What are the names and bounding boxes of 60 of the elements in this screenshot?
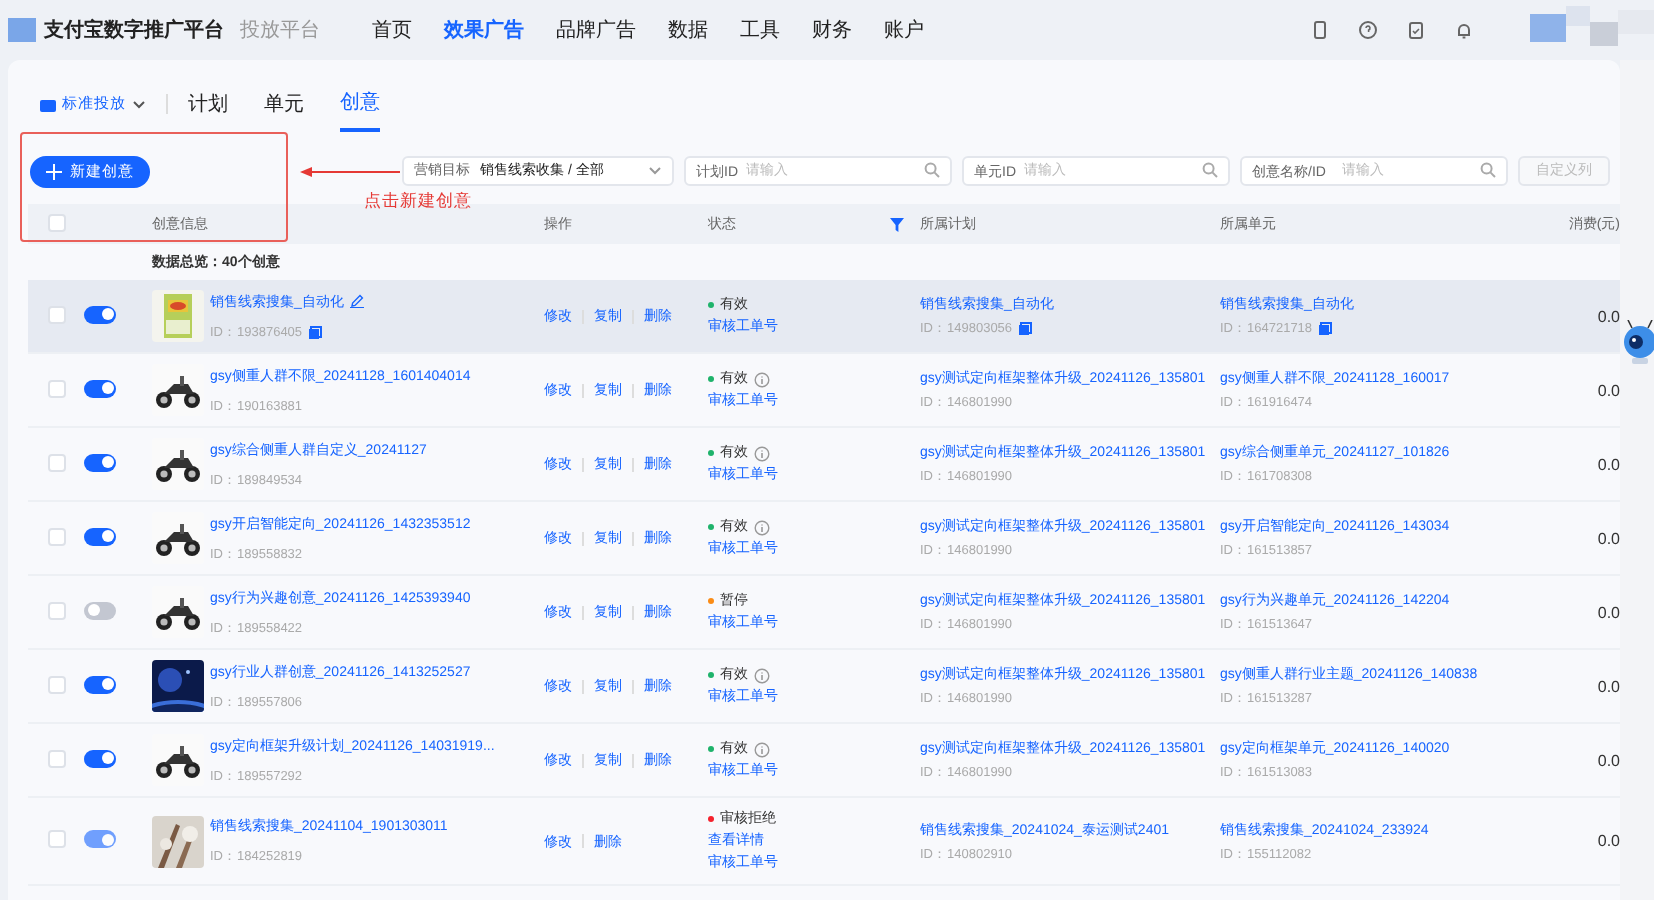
tab[interactable]: 创意 bbox=[340, 76, 380, 132]
help-icon[interactable] bbox=[1358, 20, 1378, 40]
info-icon[interactable] bbox=[754, 741, 770, 757]
checkbox[interactable] bbox=[48, 453, 66, 471]
cost-value: 0.0 bbox=[1597, 307, 1620, 325]
plus-icon bbox=[46, 164, 62, 180]
caret-icon bbox=[132, 99, 146, 109]
toggle-switch[interactable] bbox=[84, 601, 116, 619]
toggle-switch[interactable] bbox=[84, 527, 116, 545]
info-icon[interactable] bbox=[754, 519, 770, 535]
info-icon[interactable] bbox=[754, 445, 770, 461]
checkbox[interactable] bbox=[48, 213, 66, 231]
annotation-arrow bbox=[300, 166, 400, 178]
toggle-switch[interactable] bbox=[84, 453, 116, 471]
nav-link[interactable]: 效果广告 bbox=[444, 16, 524, 44]
briefcase-icon bbox=[40, 97, 56, 111]
phone-icon[interactable] bbox=[1310, 20, 1330, 40]
checkbox[interactable] bbox=[48, 305, 66, 323]
cost-value: 0.0 bbox=[1597, 529, 1620, 547]
checkbox[interactable] bbox=[48, 601, 66, 619]
nav-link[interactable]: 财务 bbox=[812, 16, 852, 44]
cost-value: 0.0 bbox=[1597, 832, 1620, 850]
info-icon[interactable] bbox=[754, 371, 770, 387]
nav-link[interactable]: 数据 bbox=[668, 16, 708, 44]
pencil-icon[interactable] bbox=[349, 294, 364, 308]
cost-value: 0.0 bbox=[1597, 603, 1620, 621]
nav-link[interactable]: 账户 bbox=[884, 16, 924, 44]
checkbox[interactable] bbox=[48, 749, 66, 767]
copy-icon[interactable] bbox=[1318, 322, 1333, 336]
toggle-switch[interactable] bbox=[84, 305, 116, 323]
checkbox[interactable] bbox=[48, 527, 66, 545]
checkbox[interactable] bbox=[48, 379, 66, 397]
clipboard-icon[interactable] bbox=[1406, 20, 1426, 40]
info-icon[interactable] bbox=[754, 667, 770, 683]
search-icon[interactable] bbox=[924, 162, 940, 178]
caret-icon bbox=[648, 165, 662, 175]
tab[interactable]: 单元 bbox=[264, 78, 304, 130]
robot-icon[interactable] bbox=[1620, 320, 1654, 364]
copy-icon[interactable] bbox=[308, 325, 323, 339]
logo-icon bbox=[8, 18, 36, 42]
search-icon[interactable] bbox=[1480, 162, 1496, 178]
cost-value: 0.0 bbox=[1597, 751, 1620, 769]
platform-subtitle: 投放平台 bbox=[240, 17, 320, 44]
toggle-switch[interactable] bbox=[84, 749, 116, 767]
filter-icon[interactable] bbox=[890, 217, 904, 231]
search-icon[interactable] bbox=[1202, 162, 1218, 178]
toggle-switch[interactable] bbox=[84, 675, 116, 693]
cost-value: 0.0 bbox=[1597, 455, 1620, 473]
tab[interactable]: 计划 bbox=[188, 78, 228, 130]
toggle-switch[interactable] bbox=[84, 379, 116, 397]
checkbox[interactable] bbox=[48, 675, 66, 693]
nav-link[interactable]: 品牌广告 bbox=[556, 16, 636, 44]
nav-link[interactable]: 工具 bbox=[740, 16, 780, 44]
nav-link[interactable]: 首页 bbox=[372, 16, 412, 44]
copy-icon[interactable] bbox=[1018, 322, 1033, 336]
platform-name: 支付宝数字推广平台 bbox=[44, 16, 224, 44]
cost-value: 0.0 bbox=[1597, 381, 1620, 399]
annotation-text: 点击新建创意 bbox=[364, 190, 472, 214]
cost-value: 0.0 bbox=[1597, 677, 1620, 695]
bell-icon[interactable] bbox=[1454, 20, 1474, 40]
